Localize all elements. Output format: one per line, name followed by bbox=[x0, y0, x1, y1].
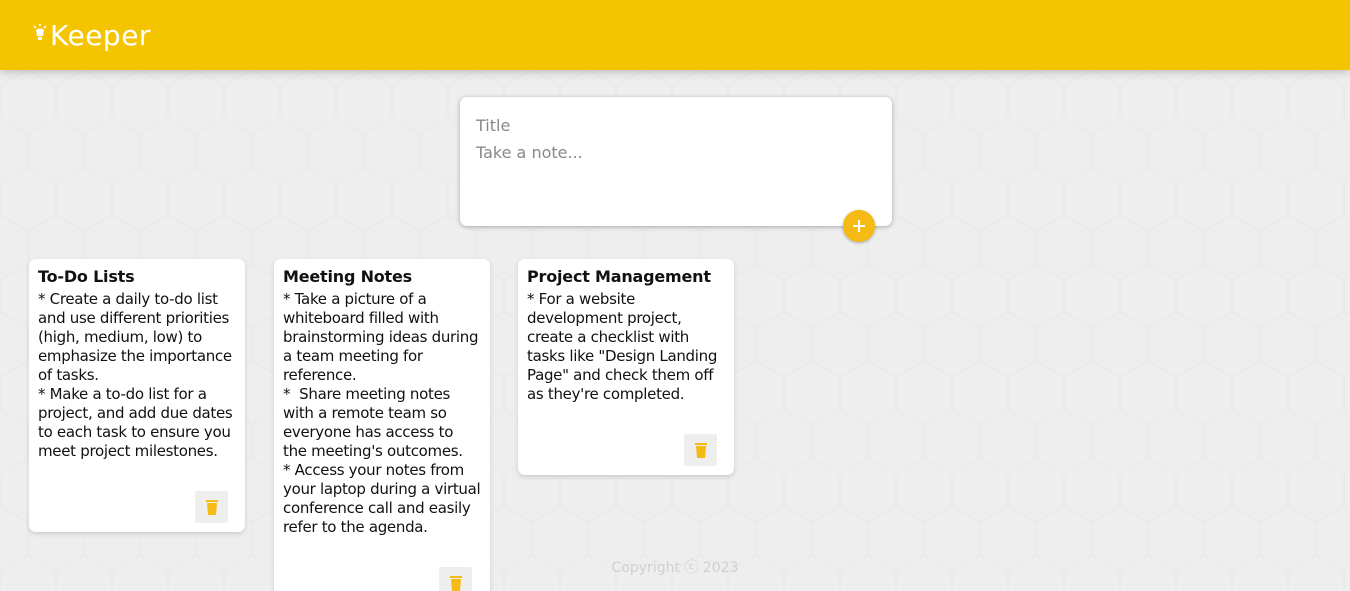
app-logo: Keeper bbox=[32, 19, 151, 52]
note-content: * Take a picture of a whiteboard filled … bbox=[283, 290, 481, 536]
note-card: To-Do Lists * Create a daily to-do list … bbox=[29, 259, 245, 532]
note-title: Project Management bbox=[527, 267, 711, 286]
delete-icon bbox=[205, 500, 218, 515]
note-card: Project Management * For a website devel… bbox=[518, 259, 734, 475]
note-content: * For a website development project, cre… bbox=[527, 290, 722, 403]
copyright-text: Copyright ⓒ 2023 bbox=[611, 560, 739, 576]
note-title-input[interactable] bbox=[476, 113, 876, 137]
add-note-button[interactable] bbox=[843, 210, 875, 242]
delete-icon bbox=[449, 576, 462, 591]
note-card: Meeting Notes * Take a picture of a whit… bbox=[274, 259, 490, 591]
app-title: Keeper bbox=[50, 18, 151, 52]
note-content: * Create a daily to-do list and use diff… bbox=[38, 290, 233, 460]
note-content-input[interactable] bbox=[476, 141, 876, 201]
delete-note-button[interactable] bbox=[195, 491, 228, 523]
create-note-form bbox=[460, 97, 892, 242]
footer: Copyright ⓒ 2023 bbox=[0, 557, 1350, 577]
note-title: To-Do Lists bbox=[38, 267, 135, 286]
delete-note-button[interactable] bbox=[439, 567, 472, 591]
lightbulb-icon bbox=[33, 24, 47, 40]
note-title: Meeting Notes bbox=[283, 267, 412, 286]
app-header: Keeper bbox=[0, 0, 1350, 70]
add-icon bbox=[853, 220, 865, 232]
delete-note-button[interactable] bbox=[684, 434, 717, 466]
delete-icon bbox=[694, 443, 707, 458]
